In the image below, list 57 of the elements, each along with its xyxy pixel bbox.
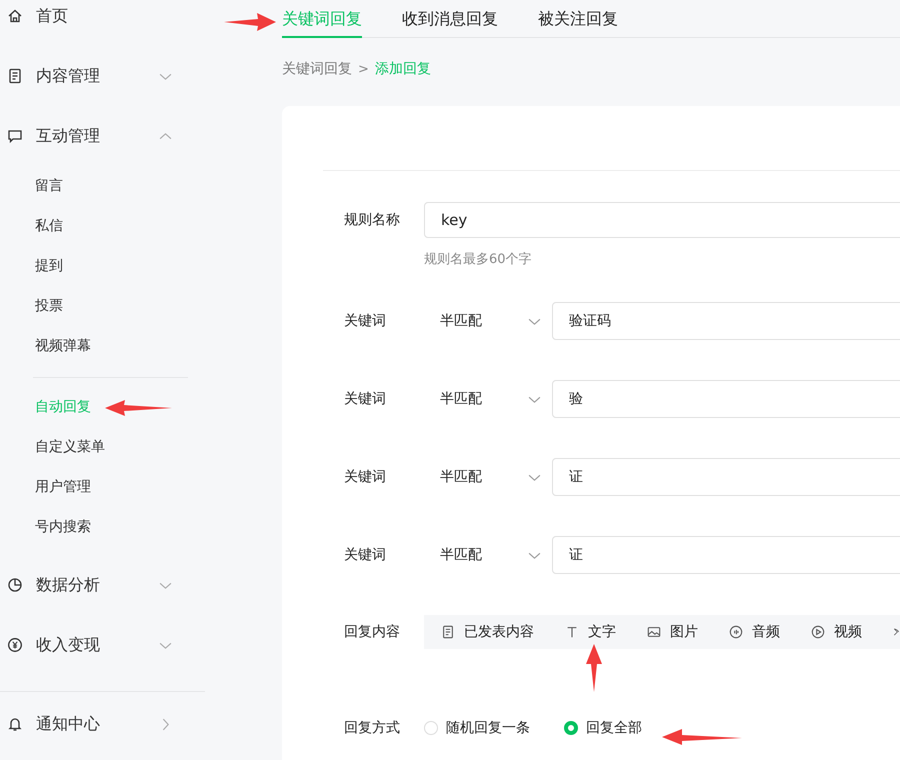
field-label: 回复内容	[344, 623, 401, 641]
reply-type-option[interactable]: 视频	[811, 623, 862, 641]
field-hint: 规则名最多60个字	[424, 251, 533, 268]
match-dropdown[interactable]: 半匹配	[424, 302, 552, 340]
yuan-icon	[7, 637, 23, 653]
sidebar-subitem[interactable]: 自定义菜单	[0, 427, 205, 467]
field-label: 关键词	[344, 390, 387, 408]
breadcrumb-link[interactable]: 关键词回复	[282, 60, 352, 78]
reply-type-option[interactable]: 音频	[729, 623, 780, 641]
sidebar-item[interactable]: 数据分析	[0, 555, 205, 615]
annotation-arrow	[224, 13, 276, 31]
pie-chart-icon	[7, 577, 23, 593]
field-label: 关键词	[344, 546, 387, 564]
sidebar-subitem[interactable]: 私信	[0, 206, 205, 246]
keyword-field[interactable]: 证	[552, 458, 900, 496]
reply-type-option[interactable]: 图片	[647, 623, 698, 641]
field-label: 规则名称	[344, 211, 401, 229]
radio-option[interactable]: 随机回复一条	[424, 719, 530, 737]
sidebar-item[interactable]: 通知中心	[0, 694, 205, 754]
match-dropdown[interactable]: 半匹配	[424, 380, 552, 418]
rule-name-field[interactable]: key	[424, 202, 900, 238]
sidebar-subitem[interactable]: 提到	[0, 246, 205, 286]
field-label: 关键词	[344, 312, 387, 330]
play-icon	[811, 625, 825, 639]
bell-icon	[7, 716, 23, 732]
keyword-field[interactable]: 验	[552, 380, 900, 418]
sidebar-subitem[interactable]: 留言	[0, 166, 205, 206]
breadcrumb-separator: >	[358, 62, 369, 76]
image-icon	[647, 625, 661, 639]
reply-type-option[interactable]: 已发表内容	[441, 623, 534, 641]
breadcrumb-current: 添加回复	[374, 60, 431, 78]
radio-option[interactable]: 回复全部	[564, 719, 642, 737]
document-icon	[7, 68, 23, 84]
sidebar-subitem[interactable]: 投票	[0, 286, 205, 326]
sidebar-subitem[interactable]: 号内搜索	[0, 507, 205, 547]
audio-icon	[729, 625, 743, 639]
chat-icon	[7, 128, 23, 144]
sidebar-item[interactable]: 收入变现	[0, 615, 205, 675]
match-dropdown[interactable]: 半匹配	[424, 536, 552, 574]
field-label: 关键词	[344, 468, 387, 486]
text-icon	[565, 625, 579, 639]
sidebar-subitem[interactable]: 用户管理	[0, 467, 205, 507]
tab[interactable]: 收到消息回复	[402, 0, 498, 38]
home-icon	[7, 8, 23, 24]
document-icon	[441, 625, 455, 639]
reply-type-option[interactable]: 文字	[565, 623, 616, 641]
keyword-field[interactable]: 证	[552, 536, 900, 574]
match-dropdown[interactable]: 半匹配	[424, 458, 552, 496]
keyword-field[interactable]: 验证码	[552, 302, 900, 340]
annotation-arrow	[586, 644, 602, 692]
radio-button[interactable]	[564, 721, 578, 735]
sidebar-item[interactable]: 内容管理	[0, 46, 205, 106]
sidebar-item[interactable]: 互动管理	[0, 106, 205, 166]
field-label: 回复方式	[344, 719, 401, 737]
sidebar-item[interactable]: 首页	[0, 0, 205, 46]
tab[interactable]: 被关注回复	[538, 0, 618, 38]
sidebar-subitem[interactable]: 视频弹幕	[0, 326, 205, 366]
